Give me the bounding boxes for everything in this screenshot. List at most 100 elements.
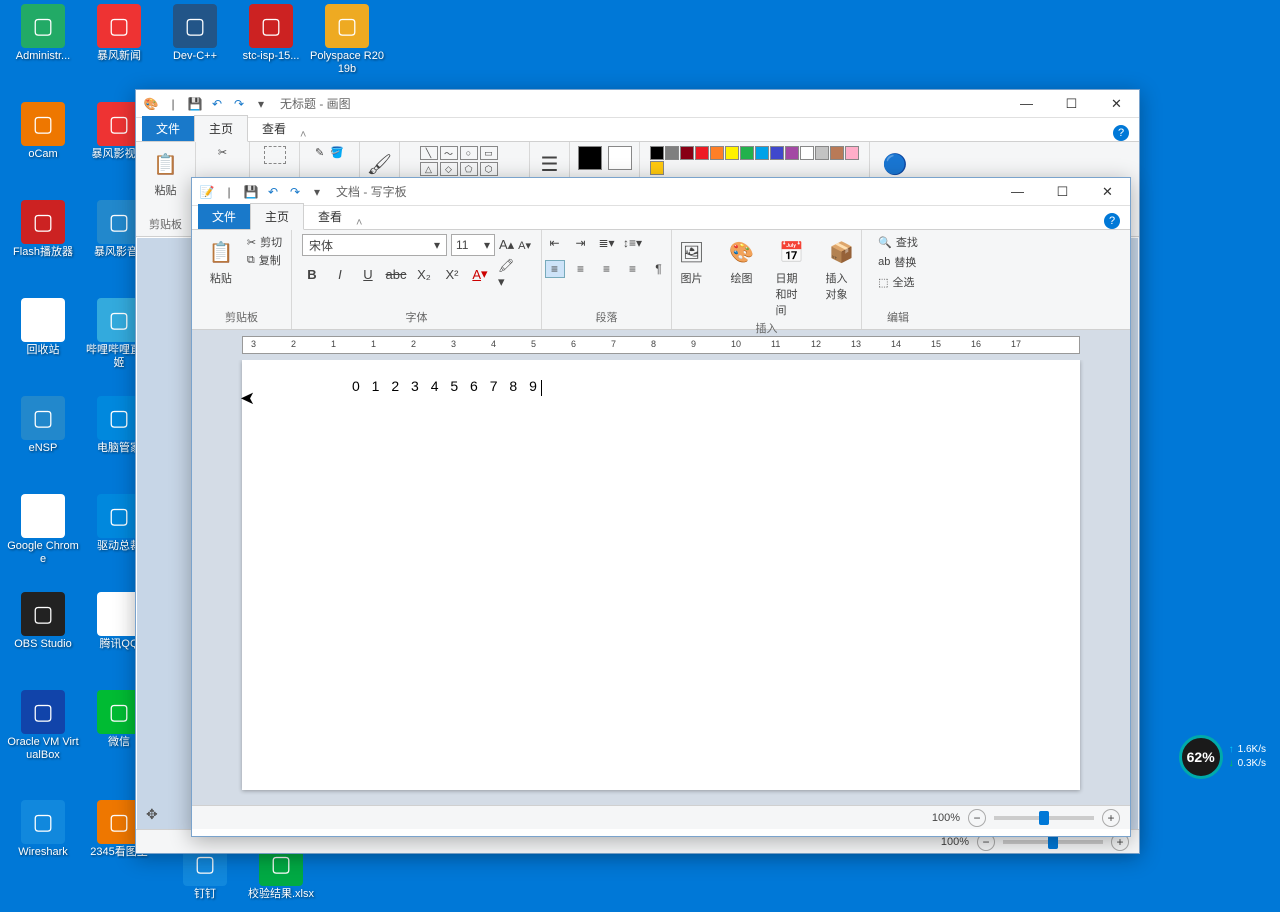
desktop-icon[interactable]: ▢stc-isp-15...: [234, 4, 308, 63]
selectall-button[interactable]: ⬚全选: [878, 274, 918, 290]
shrink-font-icon[interactable]: A▾: [518, 239, 531, 252]
page[interactable]: 0 1 2 3 4 5 6 7 8 9 ➤: [242, 360, 1080, 790]
desktop-icon[interactable]: ▢暴风新闻: [82, 4, 156, 63]
desktop-icon[interactable]: ▢Administr...: [6, 4, 80, 63]
desktop-icon[interactable]: ▢Polyspace R2019b: [310, 4, 384, 76]
help-icon[interactable]: ?: [1104, 213, 1120, 229]
replace-button[interactable]: ab替换: [878, 254, 918, 270]
redo-icon[interactable]: ↷: [230, 95, 248, 113]
highlight-button[interactable]: 🖍▾: [498, 264, 518, 284]
move-handle-icon[interactable]: ✥: [146, 806, 158, 823]
cursor-icon: ➤: [236, 388, 255, 409]
zoom-in-button[interactable]: +: [1102, 809, 1120, 827]
selectall-icon: ⬚: [878, 276, 888, 289]
color-swatches[interactable]: [650, 146, 860, 175]
paint-icon: 🎨: [142, 95, 160, 113]
indent-dec-icon[interactable]: ⇤: [545, 234, 565, 252]
wordpad-title: 文档 - 写字板: [336, 183, 407, 200]
font-size-select[interactable]: 11▾: [451, 234, 495, 256]
color1[interactable]: [578, 146, 602, 170]
insert-object-button[interactable]: 📦插入对象: [822, 234, 862, 320]
save-icon[interactable]: 💾: [186, 95, 204, 113]
wordpad-statusbar: 100% − +: [192, 805, 1130, 829]
undo-icon[interactable]: ↶: [264, 183, 282, 201]
insert-datetime-button[interactable]: 📅日期和时间: [772, 234, 812, 320]
find-button[interactable]: 🔍查找: [878, 234, 918, 250]
qat-menu-icon[interactable]: ▾: [252, 95, 270, 113]
align-left-icon[interactable]: ≡: [545, 260, 565, 278]
text-caret: [541, 380, 542, 396]
superscript-button[interactable]: X²: [442, 264, 462, 284]
italic-button[interactable]: I: [330, 264, 350, 284]
justify-icon[interactable]: ≡: [623, 260, 643, 278]
copy-icon: ⧉: [247, 254, 255, 267]
network-widget[interactable]: 62% ↑1.6K/s ↓0.3K/s: [1179, 735, 1266, 779]
desktop-icon[interactable]: ▢回收站: [6, 298, 80, 357]
paint-zoom-label: 100%: [941, 836, 969, 848]
tab-home[interactable]: 主页: [250, 203, 304, 230]
copy-button[interactable]: ⧉复制: [247, 252, 282, 268]
insert-picture-button[interactable]: 🖼图片: [672, 234, 712, 320]
list-icon[interactable]: ≣▾: [597, 234, 617, 252]
collapse-ribbon-icon[interactable]: ˄: [356, 217, 362, 229]
cut-button[interactable]: ✂剪切: [247, 234, 282, 250]
underline-button[interactable]: U: [358, 264, 378, 284]
minimize-button[interactable]: —: [995, 178, 1040, 206]
insert-paint-button[interactable]: 🎨绘图: [722, 234, 762, 320]
collapse-ribbon-icon[interactable]: ˄: [300, 129, 306, 141]
line-spacing-icon[interactable]: ↕≡▾: [623, 234, 643, 252]
desktop-icon[interactable]: ▢Flash播放器: [6, 200, 80, 259]
desktop-icon[interactable]: ▢Oracle VM VirtualBox: [6, 690, 80, 762]
ruler[interactable]: 3211234567891011121314151617: [242, 336, 1080, 354]
tab-view[interactable]: 查看: [248, 116, 300, 141]
cut-icon[interactable]: ✂: [218, 146, 227, 159]
tab-file[interactable]: 文件: [142, 116, 194, 141]
qat-menu-icon[interactable]: ▾: [308, 183, 326, 201]
strike-button[interactable]: abc: [386, 264, 406, 284]
paragraph-icon[interactable]: ¶: [649, 260, 669, 278]
save-icon[interactable]: 💾: [242, 183, 260, 201]
desktop-icon[interactable]: ▢Wireshark: [6, 800, 80, 859]
tab-file[interactable]: 文件: [198, 204, 250, 229]
desktop-icon[interactable]: ▢OBS Studio: [6, 592, 80, 651]
tab-home[interactable]: 主页: [194, 115, 248, 142]
scissors-icon: ✂: [247, 236, 256, 249]
pencil-icon[interactable]: ✎: [315, 146, 324, 159]
paste-button[interactable]: 📋 粘贴: [201, 234, 241, 288]
font-name-select[interactable]: 宋体▾: [302, 234, 447, 256]
replace-icon: ab: [878, 256, 890, 268]
document-area: 0 1 2 3 4 5 6 7 8 9 ➤: [192, 360, 1130, 805]
wordpad-titlebar[interactable]: 📝 | 💾 ↶ ↷ ▾ 文档 - 写字板 — ☐ ✕: [192, 178, 1130, 206]
close-button[interactable]: ✕: [1085, 178, 1130, 206]
maximize-button[interactable]: ☐: [1040, 178, 1085, 206]
align-center-icon[interactable]: ≡: [571, 260, 591, 278]
network-percent: 62%: [1179, 735, 1223, 779]
help-icon[interactable]: ?: [1113, 125, 1129, 141]
color2[interactable]: [608, 146, 632, 170]
tab-view[interactable]: 查看: [304, 204, 356, 229]
paste-button[interactable]: 📋 粘贴: [146, 146, 186, 200]
paint-titlebar[interactable]: 🎨 | 💾 ↶ ↷ ▾ 无标题 - 画图 — ☐ ✕: [136, 90, 1139, 118]
desktop-icon[interactable]: ▢Google Chrome: [6, 494, 80, 566]
indent-inc-icon[interactable]: ⇥: [571, 234, 591, 252]
subscript-button[interactable]: X₂: [414, 264, 434, 284]
minimize-button[interactable]: —: [1004, 90, 1049, 118]
zoom-slider[interactable]: [994, 816, 1094, 820]
zoom-out-button[interactable]: −: [968, 809, 986, 827]
close-button[interactable]: ✕: [1094, 90, 1139, 118]
ruler-area: 3211234567891011121314151617: [192, 330, 1130, 360]
redo-icon[interactable]: ↷: [286, 183, 304, 201]
desktop-icon[interactable]: ▢oCam: [6, 102, 80, 161]
maximize-button[interactable]: ☐: [1049, 90, 1094, 118]
font-color-button[interactable]: A▾: [470, 264, 490, 284]
fill-icon[interactable]: 🪣: [330, 146, 344, 159]
zoom-slider[interactable]: [1003, 840, 1103, 844]
align-right-icon[interactable]: ≡: [597, 260, 617, 278]
bold-button[interactable]: B: [302, 264, 322, 284]
shapes-gallery[interactable]: ╲〜○▭△◇⬠⬡: [420, 146, 510, 176]
desktop-icon[interactable]: ▢Dev-C++: [158, 4, 232, 63]
select-icon[interactable]: [264, 146, 286, 164]
desktop-icon[interactable]: ▢eNSP: [6, 396, 80, 455]
undo-icon[interactable]: ↶: [208, 95, 226, 113]
grow-font-icon[interactable]: A▴: [499, 237, 514, 253]
